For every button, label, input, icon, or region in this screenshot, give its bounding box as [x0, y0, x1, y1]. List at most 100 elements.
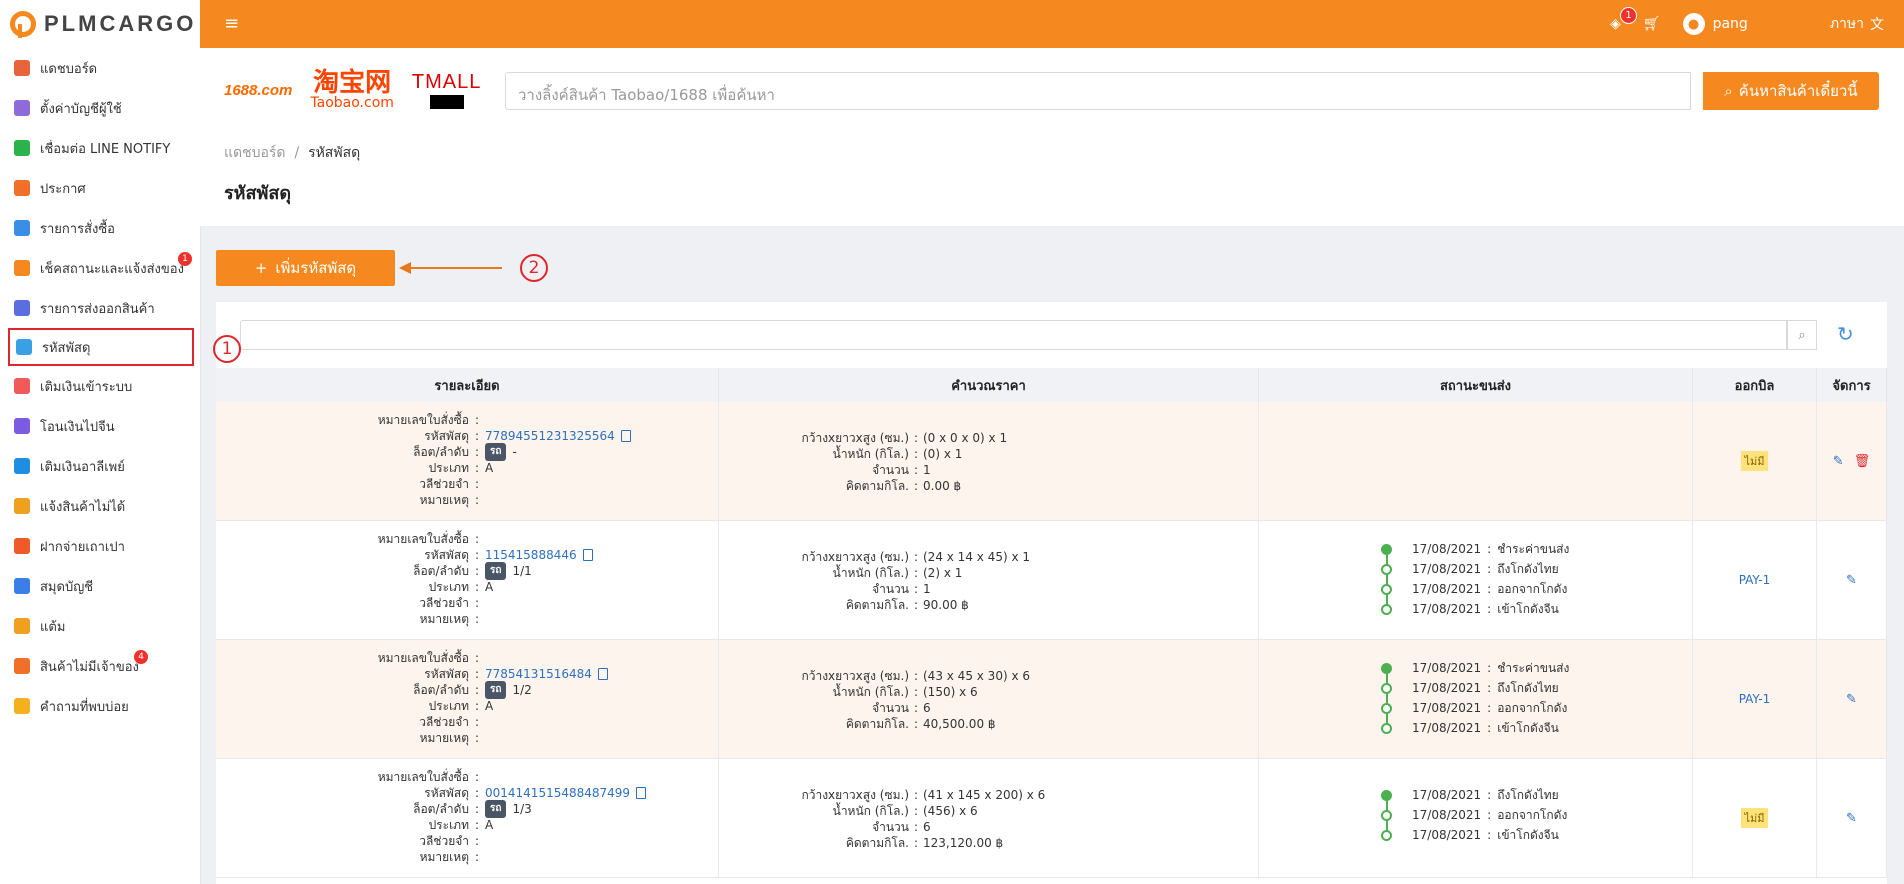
actions-cell: ✎ — [1817, 521, 1887, 639]
detail-label: หมายเหตุ — [419, 493, 469, 507]
tracking-number-link[interactable]: 77854131516484 — [485, 666, 592, 682]
yuan-icon — [14, 418, 30, 434]
col-detail: รายละเอียด — [216, 368, 719, 402]
timeline-item: 17/08/2021 : เข้าโกดังจีน — [1381, 718, 1569, 738]
calc-sep: : — [913, 669, 919, 683]
tracking-number-link[interactable]: 0014141515488487499 — [485, 785, 630, 801]
sidebar-item-label: แต้ม — [40, 619, 66, 635]
sidebar-item[interactable]: เติมเงินอาลีเพย์ — [0, 446, 200, 486]
sidebar-item[interactable]: แต้ม — [0, 606, 200, 646]
user-name: pang — [1712, 16, 1748, 32]
search-icon: ⌕ — [1798, 327, 1806, 343]
logo-tmall[interactable]: TMALL — [412, 71, 481, 109]
table-search-button[interactable]: ⌕ — [1787, 320, 1817, 350]
calc-label: จำนวน — [872, 463, 909, 477]
sidebar-nav: แดชบอร์ด ตั้งค่าบัญชีผู้ใช้ เชื่อมต่อ LINE… — [0, 48, 200, 726]
sidebar-item[interactable]: รายการส่งออกสินค้า — [0, 288, 200, 328]
col-bill: ออกบิล — [1693, 368, 1817, 402]
bill-link[interactable]: PAY-1 — [1739, 692, 1771, 706]
edit-icon[interactable]: ✎ — [1846, 573, 1857, 588]
table-search-input[interactable] — [240, 320, 1787, 350]
bill-cell: PAY-1 — [1693, 640, 1817, 758]
edit-icon[interactable]: ✎ — [1846, 692, 1857, 707]
timeline-sep: : — [1487, 562, 1492, 576]
tracking-number-link[interactable]: 77894551231325564 — [485, 428, 615, 444]
sidebar-item[interactable]: เช็คสถานะและแจ้งส่งของ 1 — [0, 248, 200, 288]
layers-button[interactable]: ◈ 1 — [1610, 7, 1638, 32]
detail-value: รถ 1/2 — [485, 681, 532, 699]
calc-label: คิดตามกิโล. — [845, 479, 909, 493]
detail-sep: : — [474, 445, 480, 459]
timeline-sep: : — [1487, 828, 1492, 842]
calc-value: 40,500.00 ฿ — [923, 717, 996, 731]
search-now-button[interactable]: ⌕ ค้นหาสินค้าเดี๋ยวนี้ — [1703, 72, 1879, 110]
copy-icon[interactable] — [636, 787, 647, 799]
copy-icon[interactable] — [582, 549, 593, 561]
detail-line: หมายเลขใบสั่งซื้อ: — [216, 650, 608, 666]
detail-value: รถ 1/3 — [485, 800, 532, 818]
detail-line: วลีช่วยจำ: — [216, 476, 631, 492]
user-menu[interactable]: ● pang — [1682, 13, 1748, 35]
sidebar-item[interactable]: แดชบอร์ด — [0, 48, 200, 88]
logo-1688[interactable]: 1688.com — [224, 82, 292, 99]
detail-list: หมายเลขใบสั่งซื้อ: รหัสพัสดุ:778541315164… — [216, 650, 608, 746]
calc-sep: : — [913, 550, 919, 564]
sidebar-item[interactable]: รายการสั่งซื้อ — [0, 208, 200, 248]
product-link-search-input[interactable]: วางลิ้งค์สินค้า Taobao/1688 เพื่อค้นหา — [505, 72, 1691, 110]
refresh-icon[interactable]: ↻ — [1837, 322, 1854, 346]
detail-sep: : — [474, 834, 480, 848]
detail-line: ประเภท: A — [216, 698, 608, 714]
tracking-number-link[interactable]: 115415888446 — [485, 547, 577, 563]
sidebar-item[interactable]: คำถามที่พบบ่อย — [0, 686, 200, 726]
cart-icon[interactable]: 🛒︎ — [1643, 16, 1661, 32]
sidebar-item[interactable]: สมุดบัญชี — [0, 566, 200, 606]
bill-cell: ไม่มี — [1693, 759, 1817, 877]
type-value: A — [485, 699, 494, 713]
annotation-arrow-line — [410, 267, 502, 269]
shipping-status-cell: 17/08/2021 : ชำระค่าขนส่ง 17/08/2021 : ถึ… — [1259, 640, 1693, 758]
edit-icon[interactable]: ✎ — [1833, 454, 1844, 469]
calc-line: กว้างxยาวxสูง (ซม.): (24 x 14 x 45) x 1 — [719, 549, 1030, 565]
sidebar-item[interactable]: โอนเงินไปจีน — [0, 406, 200, 446]
sidebar-item[interactable]: เติมเงินเข้าระบบ — [0, 366, 200, 406]
logo-taobao[interactable]: 淘宝网 Taobao.com — [310, 70, 394, 110]
detail-label: ประเภท — [428, 818, 469, 832]
brand-logo[interactable]: PLMCARGO — [0, 0, 200, 48]
calc-label: น้ำหนัก (กิโล.) — [832, 685, 909, 699]
language-switch[interactable]: ภาษา 文 — [1830, 13, 1884, 35]
detail-value: A — [485, 698, 493, 714]
detail-line: รหัสพัสดุ:115415888446 — [216, 547, 593, 563]
timeline-dot-icon — [1381, 789, 1392, 801]
menu-toggle-icon[interactable]: ≡ — [224, 13, 239, 34]
actions-cell: ✎ 🗑︎ — [1817, 402, 1887, 520]
sidebar-item[interactable]: เชื่อมต่อ LINE NOTIFY — [0, 128, 200, 168]
add-tracking-button[interactable]: + เพิ่มรหัสพัสดุ — [216, 250, 395, 286]
sidebar-item[interactable]: ประกาศ — [0, 168, 200, 208]
calc-line: คิดตามกิโล.:90.00 ฿ — [719, 597, 1030, 613]
copy-icon[interactable] — [597, 668, 608, 680]
bill-link[interactable]: PAY-1 — [1739, 573, 1771, 587]
user-avatar-icon: ● — [1682, 13, 1705, 35]
header-panel: 1688.com 淘宝网 Taobao.com TMALL วางลิ้งค์ส… — [200, 48, 1904, 226]
sidebar-item[interactable]: รหัสพัสดุ — [8, 328, 194, 366]
sidebar-item[interactable]: แจ้งสินค้าไม่ได้ — [0, 486, 200, 526]
delete-icon[interactable]: 🗑︎ — [1854, 454, 1871, 469]
calc-value: (0 x 0 x 0) x 1 — [923, 431, 1008, 445]
table-row: หมายเลขใบสั่งซื้อ: รหัสพัสดุ:115415888446… — [216, 521, 1887, 640]
calc-sep: : — [913, 431, 919, 445]
edit-icon[interactable]: ✎ — [1846, 811, 1857, 826]
timeline-dot-icon — [1381, 682, 1392, 694]
copy-icon[interactable] — [620, 430, 631, 442]
detail-label: รหัสพัสดุ — [424, 548, 469, 562]
calc-value: 6 — [923, 820, 931, 834]
timeline-item: 17/08/2021 : ถึงโกดังไทย — [1381, 785, 1567, 805]
sidebar-item[interactable]: ฝากจ่ายเถาเปา — [0, 526, 200, 566]
calc-line: กว้างxยาวxสูง (ซม.): (41 x 145 x 200) x 6 — [719, 787, 1045, 803]
sidebar-item-label: สมุดบัญชี — [40, 579, 94, 595]
calc-sep: : — [913, 701, 919, 715]
sidebar-item[interactable]: ตั้งค่าบัญชีผู้ใช้ — [0, 88, 200, 128]
sidebar-item[interactable]: สินค้าไม่มีเจ้าของ 4 — [0, 646, 200, 686]
calc-sep: : — [913, 566, 919, 580]
topbar-right: ◈ 1 🛒︎ ● pang ภาษา 文 — [1610, 0, 1884, 48]
breadcrumb-home[interactable]: แดชบอร์ด — [224, 145, 286, 161]
